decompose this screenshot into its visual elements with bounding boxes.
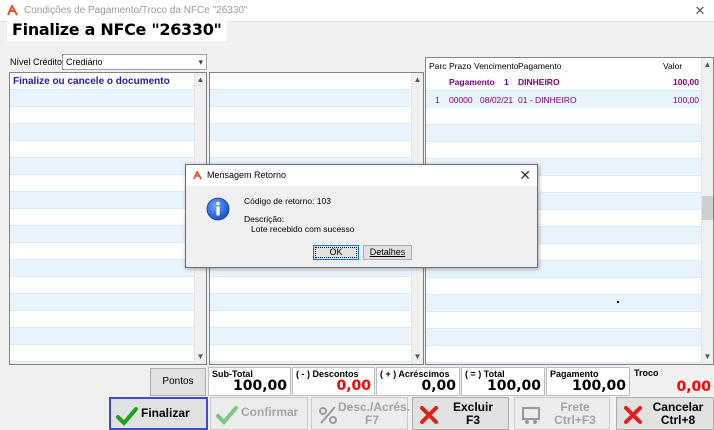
cancelar-button[interactable]: Cancelar Ctrl+8 [616, 397, 714, 430]
grid-title: Finalize ou cancele o documento [13, 76, 170, 87]
description-label: Descrição: [244, 214, 285, 224]
pontos-button[interactable]: Pontos [150, 368, 206, 396]
details-button[interactable]: Detalhes [363, 245, 412, 260]
mouse-cursor [617, 301, 619, 303]
return-code-text: Código de retorno: 103 [244, 196, 331, 206]
cancelar-label: Cancelar Ctrl+8 [652, 400, 704, 427]
ok-button[interactable]: OK [313, 245, 359, 260]
info-icon [206, 197, 230, 221]
desc-acres-label: Desc./Acrés. F7 [338, 400, 411, 427]
dialog-title: Mensagem Retorno [207, 170, 287, 180]
cell-parc: 1 [435, 95, 440, 105]
scroll-thumb[interactable] [702, 196, 713, 220]
troco-value: 0,00 [676, 379, 711, 395]
check-icon [216, 406, 238, 425]
scroll-down-icon[interactable]: ▼ [702, 350, 713, 364]
payments-scrollbar[interactable]: ▲ ▼ [701, 58, 713, 364]
total-box: ( = ) Total 100,00 [461, 367, 545, 396]
troco-label: Troco [634, 368, 659, 378]
desc-acres-button[interactable]: Desc./Acrés. F7 [311, 397, 411, 430]
table-row[interactable]: 1 00000 08/02/21 01 - DINHEIRO 100,00 [426, 92, 701, 108]
cell-prazo: 00000 [449, 95, 473, 105]
finalizar-button[interactable]: Finalizar [109, 397, 208, 430]
dialog-titlebar: Mensagem Retorno ✕ [186, 165, 537, 186]
scroll-up-icon[interactable]: ▲ [195, 73, 206, 87]
message-dialog: Mensagem Retorno ✕ Código de retorno: 10… [185, 164, 538, 268]
cell-pagamento: 01 - DINHEIRO [518, 95, 577, 105]
nivel-credito-select[interactable]: Crediário ▾ [62, 54, 207, 70]
excluir-label: Excluir F3 [452, 400, 494, 427]
subtotal-box: Sub-Total 100,00 [208, 367, 291, 396]
payments-header: Parc Prazo Vencimento Pagamento Valor [426, 58, 701, 74]
descontos-value: 0,00 [336, 378, 371, 394]
nivel-credito-label: Nível Crédito [10, 57, 63, 67]
col-parc: Parc [429, 61, 447, 71]
summary-method: DINHEIRO [518, 77, 560, 87]
acrescimos-value: 0,00 [421, 378, 456, 394]
description-text: Lote recebido com sucesso [251, 224, 355, 234]
summary-number: 1 [504, 77, 509, 87]
app-icon [193, 171, 202, 180]
grid-rows [10, 73, 206, 364]
document-grid[interactable]: Finalize ou cancele o documento ▲ ▼ [9, 72, 207, 365]
close-x-icon [420, 406, 438, 424]
percent-icon [319, 406, 337, 424]
col-pagamento: Pagamento [518, 61, 562, 71]
descontos-box: ( - ) Descontos 0,00 [292, 367, 375, 396]
chevron-down-icon: ▾ [198, 57, 203, 67]
dialog-close-icon[interactable]: ✕ [519, 167, 531, 184]
cell-vencimento: 08/02/21 [480, 95, 514, 105]
payment-summary-row[interactable]: Pagamento 1 DINHEIRO 100,00 [426, 74, 701, 90]
subtotal-value: 100,00 [232, 378, 287, 394]
summary-label: Pagamento [449, 77, 495, 87]
acrescimos-box: ( + ) Acréscimos 0,00 [376, 367, 460, 396]
confirmar-label: Confirmar [241, 405, 299, 419]
app-icon [7, 5, 18, 16]
col-valor: Valor [663, 61, 683, 71]
col-vencimento: Vencimento [474, 61, 519, 71]
scroll-up-icon[interactable]: ▲ [702, 58, 713, 72]
finalizar-label: Finalizar [141, 406, 190, 420]
window-close-icon[interactable]: ✕ [692, 3, 708, 19]
close-x-icon [624, 406, 642, 424]
scroll-up-icon[interactable]: ▲ [412, 73, 423, 87]
summary-value: 100,00 [673, 77, 699, 87]
cell-valor: 100,00 [673, 95, 699, 105]
check-icon [116, 407, 138, 426]
scroll-down-icon[interactable]: ▼ [195, 350, 206, 364]
scroll-down-icon[interactable]: ▼ [412, 350, 423, 364]
confirmar-button[interactable]: Confirmar [210, 397, 308, 430]
window-title: Condições de Pagamento/Troco da NFCe "26… [24, 5, 248, 16]
frete-label: Frete Ctrl+F3 [554, 400, 596, 427]
frete-button[interactable]: Frete Ctrl+F3 [514, 397, 610, 430]
truck-icon [522, 407, 540, 424]
page-title: Finalize a NFCe "26330" [7, 19, 227, 41]
nivel-credito-value: Crediário [66, 57, 103, 67]
total-value: 100,00 [486, 378, 541, 394]
pagamento-box: Pagamento 100,00 [546, 367, 630, 396]
pagamento-value: 100,00 [571, 378, 626, 394]
excluir-button[interactable]: Excluir F3 [412, 397, 509, 430]
troco-box: Troco 0,00 [631, 367, 714, 396]
col-prazo: Prazo [449, 61, 472, 71]
